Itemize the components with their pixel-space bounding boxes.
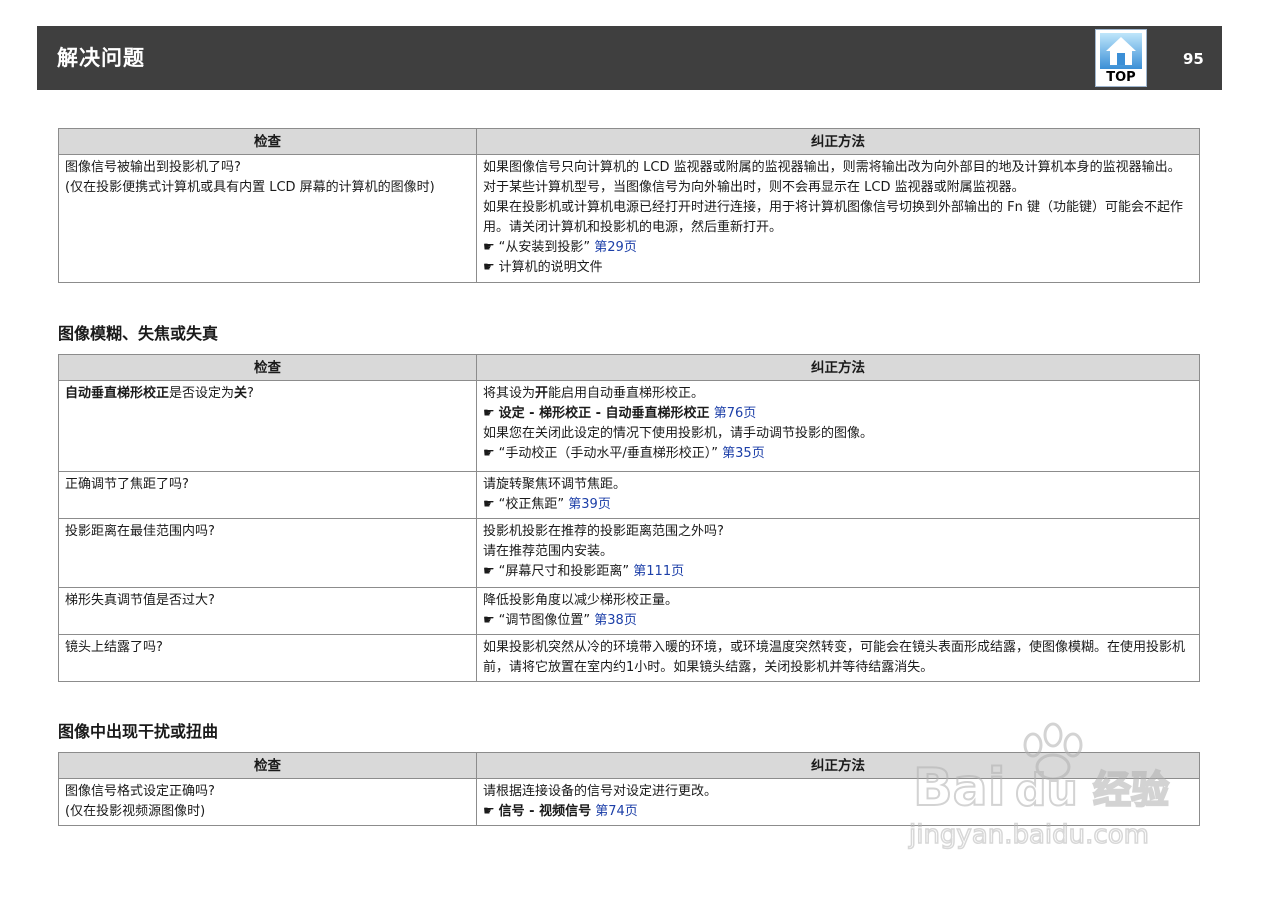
fix-cell: 请根据连接设备的信号对设定进行更改。 ☛ 信号 - 视频信号 第74页 — [476, 778, 1200, 826]
pointing-hand-icon: ☛ — [483, 406, 495, 421]
table-blur: 检查 纠正方法 自动垂直梯形校正是否设定为关? 将其设为开能启用自动垂直梯形校正… — [58, 354, 1200, 682]
pointing-hand-icon: ☛ — [483, 260, 495, 275]
check-cell: 镜头上结露了吗? — [58, 634, 477, 682]
check-cell: 图像信号格式设定正确吗? (仅在投影视频源图像时) — [58, 778, 477, 826]
menu-path: ☛ 设定 - 梯形校正 - 自动垂直梯形校正 第76页 — [483, 406, 757, 421]
fix-cell: 将其设为开能启用自动垂直梯形校正。 ☛ 设定 - 梯形校正 - 自动垂直梯形校正 … — [476, 380, 1200, 472]
check-cell: 投影距离在最佳范围内吗? — [58, 518, 477, 588]
reference-link[interactable]: ☛ “调节图像位置” 第38页 — [483, 611, 1193, 631]
column-header-fix: 纠正方法 — [476, 128, 1200, 155]
section-title-blur: 图像模糊、失焦或失真 — [58, 324, 219, 343]
check-cell: 自动垂直梯形校正是否设定为关? — [58, 380, 477, 472]
table-row: 图像信号格式设定正确吗? (仅在投影视频源图像时) 请根据连接设备的信号对设定进… — [58, 778, 1200, 826]
pointing-hand-icon: ☛ — [483, 240, 495, 255]
page-link[interactable]: 第74页 — [595, 804, 638, 819]
column-header-check: 检查 — [58, 354, 477, 381]
section-title-noise: 图像中出现干扰或扭曲 — [58, 722, 219, 741]
fix-cell: 请旋转聚焦环调节焦距。 ☛ “校正焦距” 第39页 — [476, 471, 1200, 519]
pointing-hand-icon: ☛ — [483, 446, 495, 461]
table-signal-output: 检查 纠正方法 图像信号被输出到投影机了吗? (仅在投影便携式计算机或具有内置 … — [58, 128, 1200, 283]
column-header-check: 检查 — [58, 752, 477, 779]
fix-cell: 如果投影机突然从冷的环境带入暖的环境，或环境温度突然转变，可能会在镜头表面形成结… — [476, 634, 1200, 682]
page-title: 解决问题 — [57, 46, 145, 70]
column-header-check: 检查 — [58, 128, 477, 155]
table-row: 投影距离在最佳范围内吗? 投影机投影在推荐的投影距离范围之外吗? 请在推荐范围内… — [58, 518, 1200, 588]
table-row: 镜头上结露了吗? 如果投影机突然从冷的环境带入暖的环境，或环境温度突然转变，可能… — [58, 634, 1200, 682]
menu-path: ☛ 信号 - 视频信号 第74页 — [483, 804, 638, 819]
check-cell: 梯形失真调节值是否过大? — [58, 587, 477, 635]
reference-link[interactable]: ☛ “校正焦距” 第39页 — [483, 495, 1193, 515]
fix-cell: 如果图像信号只向计算机的 LCD 监视器或附属的监视器输出，则需将输出改为向外部… — [476, 154, 1200, 283]
house-icon — [1100, 33, 1142, 69]
page-number: 95 — [1183, 50, 1204, 68]
top-button[interactable]: TOP — [1095, 29, 1147, 87]
table-row: 自动垂直梯形校正是否设定为关? 将其设为开能启用自动垂直梯形校正。 ☛ 设定 - … — [58, 380, 1200, 472]
pointing-hand-icon: ☛ — [483, 497, 495, 512]
reference-note: ☛ 计算机的说明文件 — [483, 260, 603, 275]
reference-link[interactable]: ☛ “从安装到投影” 第29页 — [483, 238, 1193, 258]
column-header-fix: 纠正方法 — [476, 354, 1200, 381]
top-label: TOP — [1106, 70, 1136, 85]
table-noise: 检查 纠正方法 图像信号格式设定正确吗? (仅在投影视频源图像时) 请根据连接设… — [58, 752, 1200, 826]
fix-cell: 降低投影角度以减少梯形校正量。 ☛ “调节图像位置” 第38页 — [476, 587, 1200, 635]
reference-link[interactable]: ☛ “手动校正（手动水平/垂直梯形校正）” 第35页 — [483, 444, 1193, 464]
page-link[interactable]: 第76页 — [714, 406, 757, 421]
table-row: 正确调节了焦距了吗? 请旋转聚焦环调节焦距。 ☛ “校正焦距” 第39页 — [58, 471, 1200, 519]
check-cell: 图像信号被输出到投影机了吗? (仅在投影便携式计算机或具有内置 LCD 屏幕的计… — [58, 154, 477, 283]
pointing-hand-icon: ☛ — [483, 564, 495, 579]
column-header-fix: 纠正方法 — [476, 752, 1200, 779]
pointing-hand-icon: ☛ — [483, 804, 495, 819]
table-row: 图像信号被输出到投影机了吗? (仅在投影便携式计算机或具有内置 LCD 屏幕的计… — [58, 154, 1200, 283]
check-cell: 正确调节了焦距了吗? — [58, 471, 477, 519]
pointing-hand-icon: ☛ — [483, 613, 495, 628]
page-header: 解决问题 TOP 95 — [37, 26, 1222, 90]
fix-cell: 投影机投影在推荐的投影距离范围之外吗? 请在推荐范围内安装。 ☛ “屏幕尺寸和投影… — [476, 518, 1200, 588]
table-row: 梯形失真调节值是否过大? 降低投影角度以减少梯形校正量。 ☛ “调节图像位置” 第… — [58, 587, 1200, 635]
reference-link[interactable]: ☛ “屏幕尺寸和投影距离” 第111页 — [483, 562, 1193, 582]
